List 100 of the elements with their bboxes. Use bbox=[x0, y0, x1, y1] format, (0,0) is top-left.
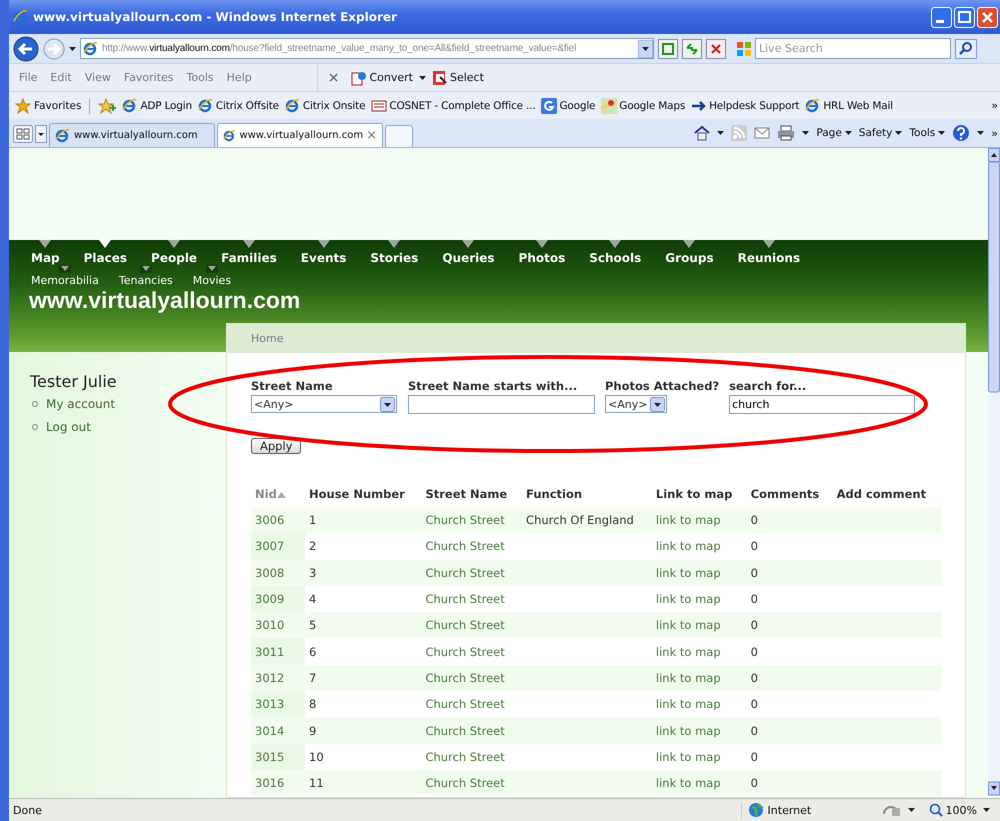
column-header[interactable]: Function bbox=[522, 481, 652, 507]
address-field[interactable]: http://www.virtualyallourn.com/house?field_streetname_value_many_to_one=All&field_streetname_value=&fiel bbox=[80, 38, 654, 59]
table-link[interactable]: Church Street bbox=[425, 750, 505, 764]
map-link[interactable]: link to map bbox=[656, 644, 721, 659]
select-field[interactable]: <Any> bbox=[251, 395, 397, 413]
back-button[interactable] bbox=[13, 36, 39, 62]
favorite-link[interactable]: Helpdesk Support bbox=[691, 98, 800, 114]
nav-item[interactable]: Movies bbox=[192, 274, 232, 287]
maximize-button[interactable] bbox=[954, 6, 975, 28]
search-icon[interactable] bbox=[955, 38, 977, 58]
map-link[interactable]: link to map bbox=[656, 539, 721, 554]
help-icon[interactable] bbox=[952, 124, 970, 142]
apply-button[interactable]: Apply bbox=[251, 438, 302, 454]
menu-item[interactable]: Help bbox=[226, 71, 252, 84]
map-link[interactable]: link to map bbox=[656, 592, 721, 606]
favorite-link[interactable]: Citrix Offsite bbox=[198, 98, 279, 114]
zoom-dropdown-icon[interactable] bbox=[983, 808, 990, 812]
home-dropdown-icon[interactable] bbox=[717, 131, 724, 135]
breadcrumb-link[interactable]: Home bbox=[227, 324, 965, 353]
nav-item[interactable]: People bbox=[151, 251, 198, 265]
browser-tab[interactable]: www.virtualyallourn.com bbox=[49, 123, 215, 147]
close-button[interactable] bbox=[977, 6, 998, 28]
sidebar-link[interactable]: Log out bbox=[46, 420, 91, 434]
nav-item[interactable]: Places bbox=[84, 251, 128, 265]
favorite-link[interactable]: HRL Web Mail bbox=[805, 98, 893, 114]
scrollbar[interactable] bbox=[988, 148, 1000, 796]
close-tab-button[interactable]: × bbox=[366, 128, 377, 143]
caret-icon bbox=[895, 131, 902, 135]
column-header[interactable]: Link to map bbox=[652, 481, 747, 507]
close-button[interactable]: × bbox=[328, 70, 340, 86]
map-link[interactable]: link to map bbox=[656, 750, 721, 764]
sidebar-link[interactable]: My account bbox=[46, 397, 116, 411]
toolbar-menu-button[interactable]: Page bbox=[816, 127, 852, 139]
nav-item[interactable]: Groups bbox=[665, 251, 714, 265]
help-dropdown-icon[interactable] bbox=[977, 131, 984, 135]
menu-item[interactable]: File bbox=[19, 71, 38, 84]
nav-item[interactable]: Reunions bbox=[738, 251, 800, 265]
tab-list-dropdown-icon[interactable] bbox=[35, 125, 47, 143]
convert-button[interactable]: Convert bbox=[351, 70, 413, 86]
minimize-button[interactable] bbox=[931, 6, 952, 28]
nav-item[interactable]: Queries bbox=[442, 251, 495, 265]
nav-item[interactable]: Families bbox=[221, 251, 277, 265]
column-header[interactable]: Comments bbox=[746, 481, 833, 507]
favorite-link[interactable]: Google Maps bbox=[601, 98, 686, 114]
convert-dropdown-icon[interactable] bbox=[418, 76, 426, 80]
browser-logo-icon bbox=[223, 128, 236, 144]
select-button[interactable]: Select bbox=[432, 70, 484, 86]
input-field[interactable] bbox=[408, 395, 595, 414]
column-header[interactable]: House Number bbox=[305, 481, 422, 507]
table-link[interactable]: Church Street bbox=[425, 592, 505, 606]
filter-label: Photos Attached? bbox=[605, 379, 720, 393]
toolbar-menu-button[interactable]: Safety bbox=[858, 127, 902, 139]
favorite-link[interactable]: COSNET - Complete Office ... bbox=[371, 98, 536, 114]
table-cell: 2 bbox=[309, 539, 316, 554]
site-title[interactable]: www.virtualyallourn.com bbox=[29, 287, 988, 314]
table-link[interactable]: Church Street bbox=[425, 697, 505, 712]
nav-item[interactable]: Map bbox=[31, 251, 60, 265]
status-text: Done bbox=[13, 804, 43, 816]
mail-icon[interactable] bbox=[754, 126, 770, 140]
favorite-link[interactable]: Google bbox=[541, 98, 596, 114]
column-header[interactable]: Nid bbox=[251, 481, 305, 507]
more-button[interactable]: » bbox=[991, 99, 1000, 112]
table-link[interactable]: Church Street bbox=[425, 539, 505, 554]
more-button[interactable]: » bbox=[991, 126, 1000, 140]
table-cell: 11 bbox=[309, 776, 324, 790]
zoom-button[interactable]: 100% bbox=[928, 803, 977, 817]
nav-item[interactable]: Photos bbox=[518, 251, 566, 265]
print-dropdown-icon[interactable] bbox=[802, 131, 810, 135]
select-icon bbox=[432, 70, 448, 86]
input-field[interactable]: church bbox=[729, 395, 916, 414]
menu-item[interactable]: Edit bbox=[50, 71, 72, 84]
map-link[interactable]: link to map bbox=[656, 697, 721, 712]
favorite-link[interactable]: Citrix Onsite bbox=[284, 98, 366, 114]
favorites-button[interactable]: Favorites bbox=[15, 98, 90, 114]
column-header[interactable]: Street Name bbox=[421, 481, 522, 507]
quick-tabs-icon[interactable] bbox=[13, 125, 33, 143]
dropdown-icon bbox=[380, 396, 395, 412]
dropdown-icon[interactable] bbox=[638, 40, 653, 58]
printer-icon[interactable] bbox=[777, 125, 796, 141]
toolbar-menu-button[interactable]: Tools bbox=[909, 127, 946, 139]
protected-mode-dropdown-icon[interactable] bbox=[908, 808, 915, 812]
history-dropdown-icon[interactable] bbox=[69, 46, 76, 50]
menu-item[interactable]: Tools bbox=[186, 71, 214, 84]
select-field[interactable]: <Any> bbox=[605, 395, 667, 413]
menu-item[interactable]: View bbox=[84, 71, 111, 84]
table-link[interactable]: Church Street bbox=[425, 644, 505, 659]
stop-icon[interactable] bbox=[706, 38, 726, 58]
favorite-link[interactable]: ADP Login bbox=[122, 98, 192, 114]
menu-item[interactable]: Favorites bbox=[124, 71, 174, 84]
nav-item[interactable]: Memorabilia bbox=[31, 274, 99, 287]
column-header[interactable]: Add comment bbox=[832, 481, 942, 507]
browser-tab[interactable]: www.virtualyallourn.com × bbox=[217, 123, 383, 147]
nav-item[interactable]: Tenancies bbox=[118, 274, 173, 287]
nav-item[interactable]: Events bbox=[300, 251, 346, 265]
add-favorite-icon[interactable] bbox=[98, 98, 116, 114]
browser-logo-icon bbox=[284, 98, 301, 114]
nav-item[interactable]: Stories bbox=[370, 251, 418, 265]
home-icon[interactable] bbox=[694, 125, 710, 141]
search-field[interactable]: Live Search bbox=[755, 38, 951, 59]
nav-item[interactable]: Schools bbox=[589, 251, 642, 265]
